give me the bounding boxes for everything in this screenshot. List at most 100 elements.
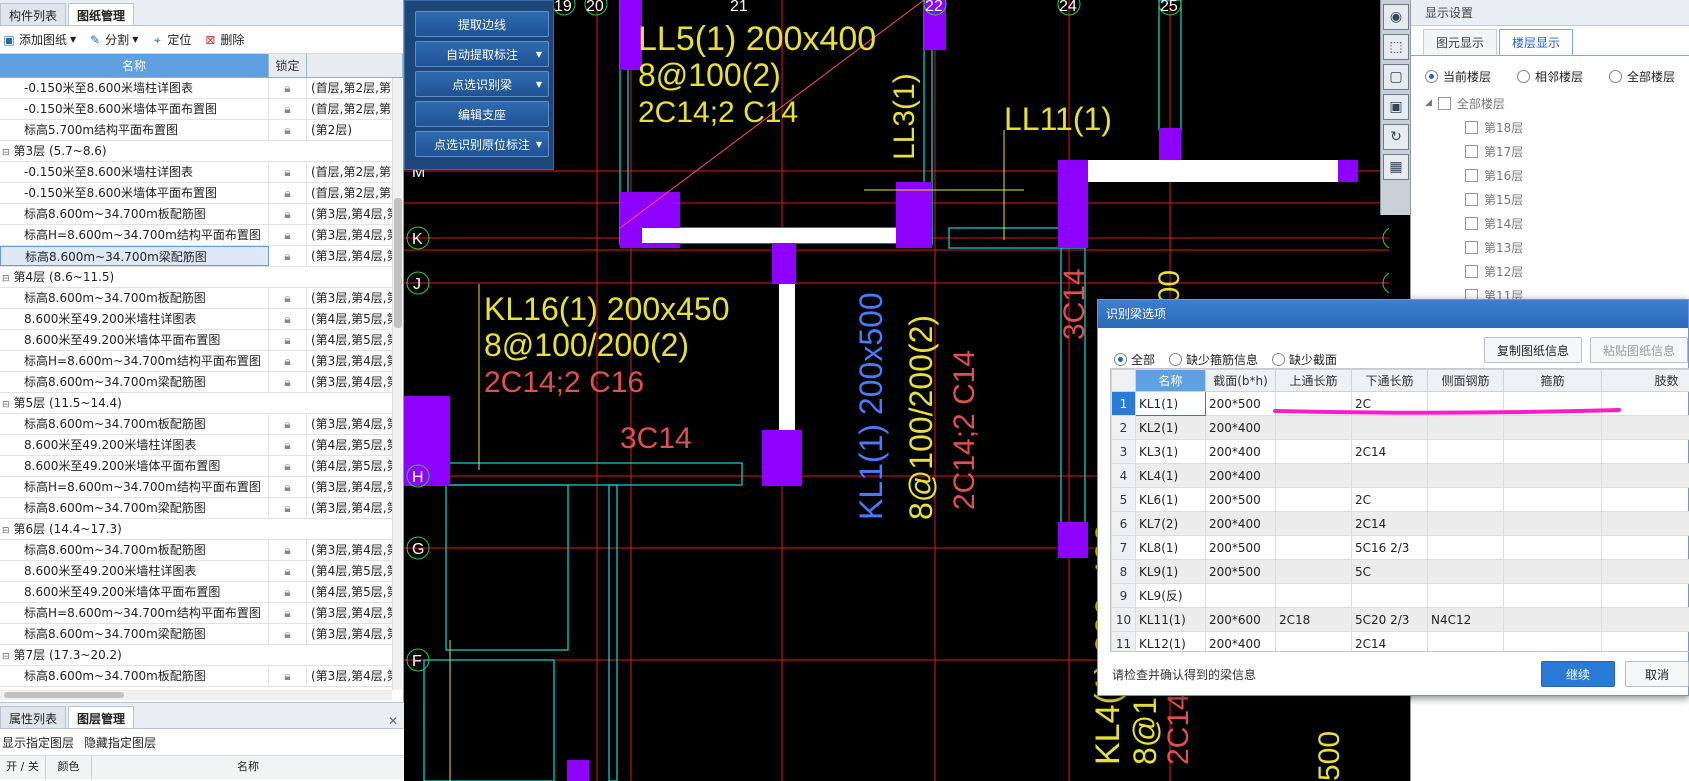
lock-icon[interactable]: 🔒︎: [269, 372, 307, 392]
lock-icon[interactable]: 🔒︎: [269, 120, 307, 140]
drawing-row[interactable]: 8.600米至49.200米墙柱详图表 🔒︎ (第4层,第5层,第: [0, 435, 392, 456]
floor-item[interactable]: 第15层: [1425, 187, 1689, 211]
drawing-row[interactable]: 标高8.600m~34.700m梁配筋图 🔒︎ (第3层,第4层,第: [0, 624, 392, 645]
tab-drawing-management[interactable]: 图纸管理: [68, 3, 135, 25]
beam-cell[interactable]: KL12(1): [1135, 631, 1206, 651]
drawing-row[interactable]: 8.600米至49.200米墙柱详图表 🔒︎ (第4层,第5层,第: [0, 309, 392, 330]
lock-icon[interactable]: 🔒︎: [269, 540, 307, 560]
beam-cell[interactable]: [1601, 463, 1689, 488]
beam-cell[interactable]: [1601, 511, 1689, 536]
beam-cell[interactable]: [1275, 487, 1352, 512]
radio-button[interactable]: [1517, 70, 1531, 83]
floor-item[interactable]: 第13层: [1425, 235, 1689, 259]
scrollbar-thumb[interactable]: [394, 198, 402, 328]
beam-cell[interactable]: 2C18: [1275, 607, 1352, 632]
beam-cell[interactable]: [1427, 487, 1504, 512]
beam-cell[interactable]: KL9(1): [1135, 559, 1206, 584]
paste-drawing-info-button[interactable]: 粘贴图纸信息: [1590, 337, 1688, 363]
3d-view-icon[interactable]: ⬚: [1383, 34, 1409, 60]
lock-icon[interactable]: 🔒︎: [269, 330, 307, 350]
beam-row[interactable]: 3 KL3(1) 200*400 2C14: [1111, 439, 1689, 464]
beam-row[interactable]: 9 KL9(反): [1111, 583, 1689, 608]
column-header-0[interactable]: 名称: [1135, 369, 1206, 392]
grid-view-icon[interactable]: ▦: [1383, 154, 1409, 180]
lock-icon[interactable]: 🔒︎: [269, 414, 307, 434]
beam-cell[interactable]: [1275, 559, 1352, 584]
floor-checkbox[interactable]: [1465, 240, 1478, 254]
beam-cell[interactable]: [1503, 511, 1602, 536]
beam-cell[interactable]: [1275, 511, 1352, 536]
globe-view-icon[interactable]: ◉: [1383, 4, 1409, 30]
filter-radio-1[interactable]: 缺少箍筋信息: [1169, 351, 1258, 368]
beam-row[interactable]: 5 KL6(1) 200*500 2C: [1111, 487, 1689, 512]
beam-cell[interactable]: [1503, 559, 1602, 584]
add-drawing-button[interactable]: ▣ 添加图纸 ▼: [2, 31, 76, 48]
beam-cell[interactable]: [1427, 511, 1504, 536]
beam-row[interactable]: 2 KL2(1) 200*400: [1111, 415, 1689, 440]
beam-cell[interactable]: [1601, 583, 1689, 608]
collapse-icon[interactable]: ⊟: [2, 148, 10, 158]
beam-cell[interactable]: [1351, 583, 1428, 608]
beam-cell[interactable]: 200*500: [1205, 391, 1276, 416]
drawing-row[interactable]: 标高H=8.600m~34.700m结构平面布置图 🔒︎ (第3层,第4层,第: [0, 603, 392, 624]
lock-icon[interactable]: 🔒︎: [269, 351, 307, 371]
lock-icon[interactable]: 🔒︎: [269, 603, 307, 623]
tab-floor-display[interactable]: 楼层显示: [1499, 29, 1574, 55]
beam-cell[interactable]: [1351, 415, 1428, 440]
lock-icon[interactable]: 🔒︎: [269, 624, 307, 644]
beam-cell[interactable]: 200*400: [1205, 511, 1276, 536]
tree-root[interactable]: ◢ 全部楼层: [1425, 91, 1689, 115]
column-header-lock[interactable]: 锁定: [269, 54, 307, 77]
tab-layer-management[interactable]: 图层管理: [68, 706, 135, 728]
cube-view-icon[interactable]: ▣: [1383, 94, 1409, 120]
lock-icon[interactable]: 🔒︎: [269, 288, 307, 308]
beam-cell[interactable]: [1275, 535, 1352, 560]
drawing-row[interactable]: 8.600米至49.200米墙体平面布置图 🔒︎ (第4层,第5层,第: [0, 456, 392, 477]
expand-icon[interactable]: ◢: [1425, 98, 1432, 108]
drawing-row[interactable]: 标高8.600m~34.700m板配筋图 🔒︎ (第3层,第4层,第: [0, 666, 392, 687]
floor-scope-radio-2[interactable]: 全部楼层: [1609, 68, 1675, 85]
beam-cell[interactable]: [1427, 631, 1504, 651]
drawing-row[interactable]: 8.600米至49.200米墙体平面布置图 🔒︎ (第4层,第5层,第: [0, 582, 392, 603]
drawing-row[interactable]: 8.600米至49.200米墙体平面布置图 🔒︎ (第4层,第5层,第: [0, 330, 392, 351]
beam-row[interactable]: 4 KL4(1) 200*400: [1111, 463, 1689, 488]
beam-cell[interactable]: [1427, 439, 1504, 464]
beam-cell[interactable]: [1427, 463, 1504, 488]
recognition-button-0[interactable]: 提取边线: [415, 11, 549, 37]
beam-cell[interactable]: [1275, 415, 1352, 440]
beam-cell[interactable]: 2C14: [1351, 439, 1428, 464]
collapse-icon[interactable]: ⊟: [2, 526, 10, 536]
lock-icon[interactable]: 🔒︎: [269, 204, 307, 224]
beam-cell[interactable]: [1275, 439, 1352, 464]
radio-button[interactable]: [1169, 352, 1183, 366]
delete-button[interactable]: ⊠ 删除: [203, 31, 244, 48]
beam-cell[interactable]: [1427, 535, 1504, 560]
locate-button[interactable]: ⌖ 定位: [150, 31, 191, 48]
drawing-row[interactable]: 8.600米至49.200米墙柱详图表 🔒︎ (第4层,第5层,第: [0, 561, 392, 582]
radio-button[interactable]: [1425, 70, 1438, 83]
lock-icon[interactable]: 🔒︎: [269, 162, 307, 182]
recognition-button-1[interactable]: 自动提取标注 ▼: [415, 41, 549, 67]
beam-cell[interactable]: [1427, 583, 1504, 608]
drawing-row[interactable]: -0.150米至8.600米墙柱详图表 🔒︎ (首层,第2层,第3: [0, 162, 392, 183]
lock-icon[interactable]: 🔒︎: [269, 498, 307, 518]
floor-item[interactable]: 第16层: [1425, 163, 1689, 187]
rotate-icon[interactable]: ↻: [1383, 124, 1409, 150]
radio-button[interactable]: [1114, 352, 1127, 366]
beam-row[interactable]: 6 KL7(2) 200*400 2C14: [1111, 511, 1689, 536]
beam-cell[interactable]: [1503, 631, 1602, 651]
beam-cell[interactable]: [1503, 535, 1602, 560]
top-view-icon[interactable]: ▢: [1383, 64, 1409, 90]
beam-cell[interactable]: [1601, 559, 1689, 584]
beam-cell[interactable]: [1503, 607, 1602, 632]
drawing-row[interactable]: 标高H=8.600m~34.700m结构平面布置图 🔒︎ (第3层,第4层,第: [0, 351, 392, 372]
beam-cell[interactable]: [1601, 439, 1689, 464]
floor-checkbox[interactable]: [1465, 168, 1478, 182]
drawing-row[interactable]: -0.150米至8.600米墙体平面布置图 🔒︎ (首层,第2层,第3: [0, 183, 392, 204]
beam-cell[interactable]: 200*400: [1205, 439, 1276, 464]
beam-cell[interactable]: KL6(1): [1135, 487, 1206, 512]
vertical-scrollbar[interactable]: [392, 78, 402, 690]
drawing-row[interactable]: 标高8.600m~34.700m梁配筋图 🔒︎ (第3层,第4层,第: [0, 246, 392, 267]
filter-radio-0[interactable]: 全部: [1114, 351, 1155, 368]
drawing-row[interactable]: 标高H=8.600m~34.700m结构平面布置图 🔒︎ (第3层,第4层,第: [0, 477, 392, 498]
